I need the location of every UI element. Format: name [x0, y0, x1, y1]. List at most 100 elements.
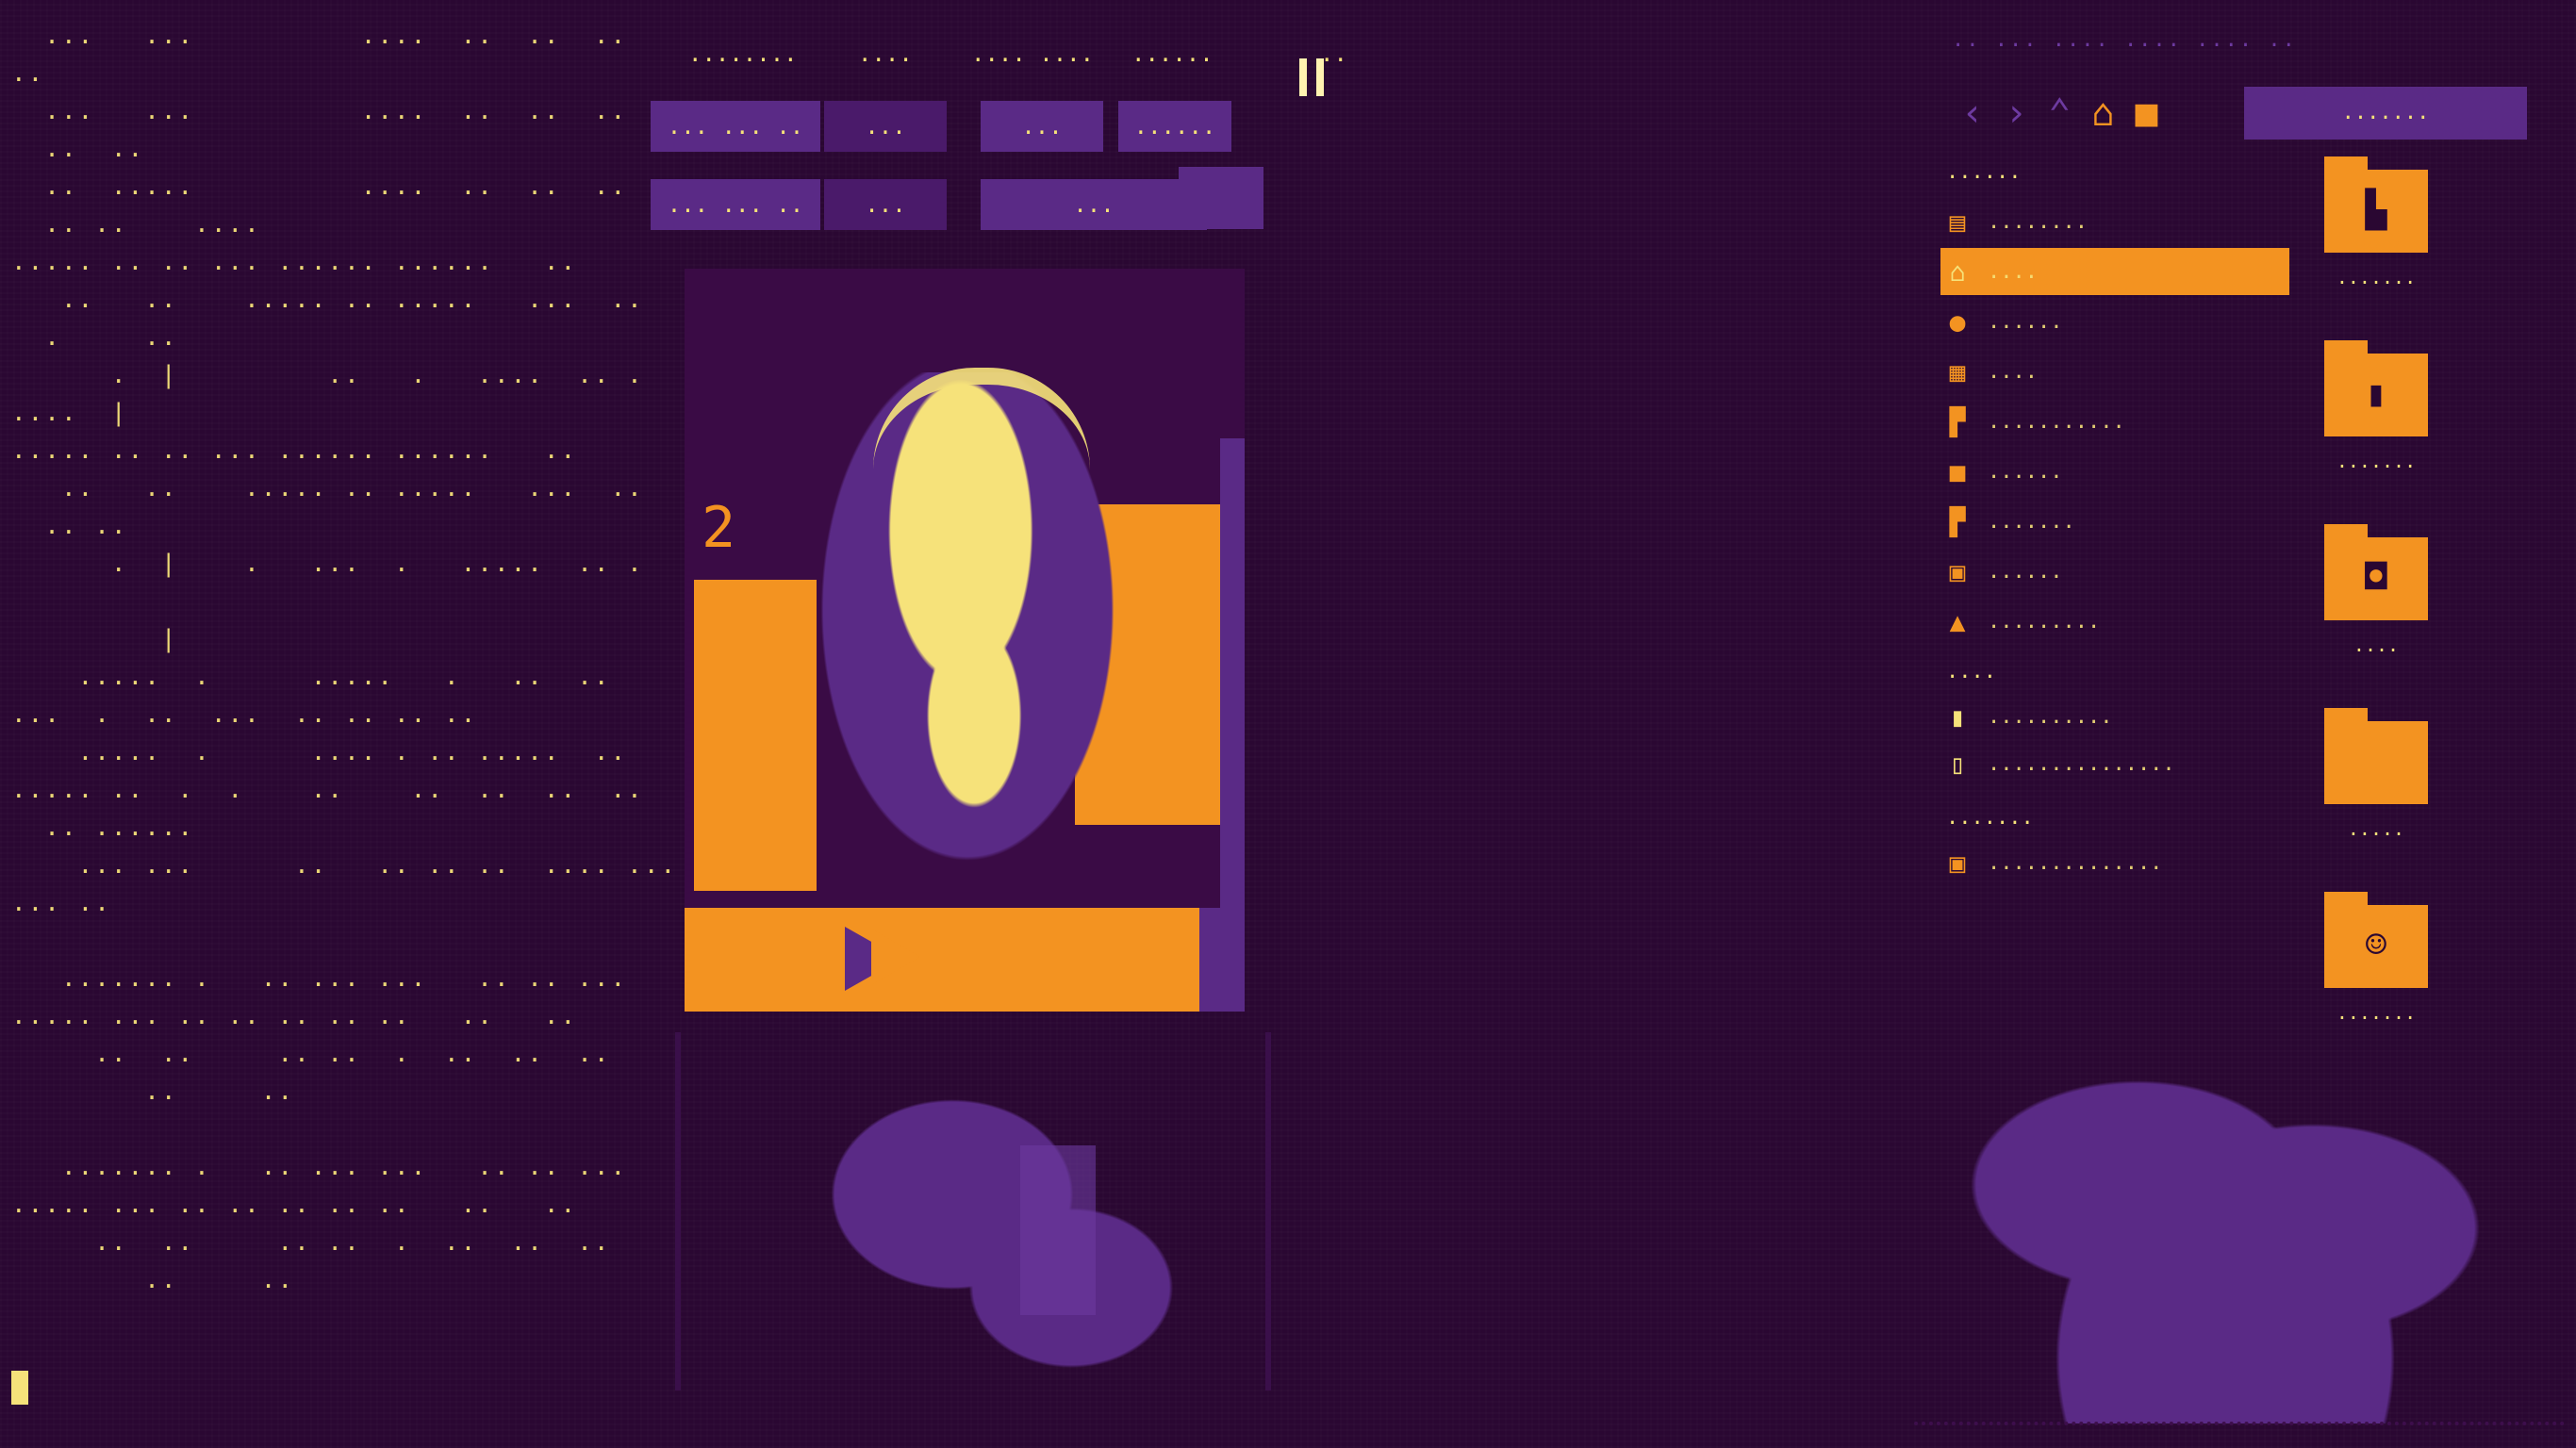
sidebar-item-label: ...... — [1988, 309, 2063, 334]
folder-name: .... — [2353, 634, 2400, 656]
sidebar-item[interactable]: ▛ ....... — [1940, 498, 2289, 545]
lower-art — [1020, 1145, 1096, 1315]
player-tab-extra[interactable] — [1179, 167, 1263, 229]
topbar-item[interactable]: .... — [858, 30, 913, 77]
topbar-item[interactable]: ...... — [1131, 30, 1214, 77]
music-icon: ■ — [1949, 455, 1966, 487]
sidebar-item[interactable]: ▲ ......... — [1940, 598, 2289, 645]
sidebar-item[interactable]: ● ...... — [1940, 298, 2289, 345]
folder-plain-icon — [2324, 708, 2428, 804]
sidebar-item-home[interactable]: ⌂ .... — [1940, 248, 2289, 295]
downloads-icon: ▲ — [1949, 605, 1966, 637]
folder-tile[interactable]: ▙ ....... — [2282, 156, 2470, 330]
media-topbar: ........ .... .... .... ...... .. — [660, 30, 1358, 77]
player-tab[interactable]: ... — [981, 179, 1207, 230]
terminal-line: .. .. ..... .. ..... ... .. — [11, 286, 644, 314]
terminal-line: .. — [11, 59, 45, 88]
terminal-line: .. ..... .... .. .. .. — [11, 173, 628, 201]
terminal-line: . .. — [11, 323, 178, 352]
sidebar-item-label: ...... — [1988, 459, 2063, 484]
up-icon[interactable]: ⌃ — [2048, 85, 2071, 141]
pin-icon[interactable]: ■ — [2135, 85, 2157, 141]
album-art: 2 — [685, 269, 1245, 919]
sidebar-item[interactable]: ▤ ........ — [1940, 198, 2289, 245]
folder-tile[interactable]: ◘ .... — [2282, 524, 2470, 698]
background-silhouette — [1933, 990, 2518, 1423]
folder-documents-icon: ▙ — [2324, 156, 2428, 253]
file-manager-title: .. ... .... .... .... .. — [1952, 28, 2297, 52]
terminal-line: .. .. — [11, 512, 128, 540]
terminal-line: .. .. .. .. . .. .. .. — [11, 1228, 611, 1257]
player-tab[interactable]: ... ... .. — [651, 179, 820, 230]
terminal-line: ... . .. ... .. .. .. .. — [11, 700, 478, 729]
terminal-line: ..... ... .. .. .. .. .. .. .. — [11, 1191, 578, 1219]
sidebar-item-label: ......... — [1988, 609, 2101, 634]
terminal-line: ... ... .. .. .. .. .... ... — [11, 851, 678, 880]
home-icon[interactable]: ⌂ — [2091, 85, 2114, 141]
terminal-line: ....... . .. ... ... .. .. ... — [11, 964, 628, 993]
terminal-window[interactable]: ... ... .... .. .. .... ... ... .... .. … — [11, 17, 678, 1431]
sidebar-item-label: ...... — [1988, 559, 2063, 584]
sidebar-item-label: .... — [1988, 259, 2038, 284]
art-glyph: 2 — [702, 495, 736, 561]
player-controls — [685, 908, 1245, 1012]
topbar-item[interactable]: .... .... — [971, 30, 1094, 77]
play-icon-highlight — [871, 929, 920, 985]
terminal-line: .. .. — [11, 1078, 295, 1106]
terminal-line: .. .. .. .. . .. .. .. — [11, 1040, 611, 1068]
sidebar-item[interactable]: ▣ ...... — [1940, 548, 2289, 595]
terminal-line: . | . ... . ..... .. . — [11, 550, 644, 578]
folder-name: ....... — [2336, 450, 2417, 472]
terminal-line: .. ...... — [11, 814, 195, 842]
terminal-line: ... ... .... .. .. .. — [11, 22, 628, 50]
drive-icon: ▯ — [1949, 748, 1966, 780]
sidebar-item[interactable]: ▛ ........... — [1940, 398, 2289, 445]
bookmark-icon: ▤ — [1949, 206, 1966, 238]
network-icon: ▣ — [1949, 847, 1966, 879]
terminal-line: ... .. — [11, 889, 111, 917]
folder-tile[interactable]: ▮ ....... — [2282, 340, 2470, 514]
sidebar-item[interactable]: ■ ...... — [1940, 448, 2289, 495]
terminal-cursor — [11, 1371, 28, 1405]
terminal-output: ... ... .... .. .. .... ... ... .... .. … — [11, 17, 678, 1374]
sidebar-item[interactable]: ▮ .......... — [1940, 693, 2289, 740]
player-tab[interactable]: ... — [981, 101, 1103, 152]
player-tab[interactable]: ...... — [1118, 101, 1231, 152]
terminal-line: . | .. . .... .. . — [11, 361, 644, 389]
sidebar-item-label: .... — [1988, 359, 2038, 384]
player-tab[interactable]: ... ... .. — [651, 101, 820, 152]
sidebar-item[interactable]: ▦ .... — [1940, 348, 2289, 395]
pause-icon[interactable] — [1299, 58, 1324, 96]
sidebar-item[interactable]: ▯ ............... — [1940, 740, 2289, 787]
sidebar-item[interactable]: ▣ .............. — [1940, 839, 2289, 886]
terminal-line: ... ... .... .. .. .. — [11, 97, 628, 125]
documents-icon: ▛ — [1949, 405, 1966, 437]
sidebar-section-places: ...... — [1946, 160, 2022, 184]
lower-art — [794, 1070, 1190, 1381]
back-icon[interactable]: ‹ — [1961, 85, 1984, 141]
folder-name: ....... — [2336, 266, 2417, 288]
player-tab[interactable]: ... — [824, 179, 947, 230]
folder-name: ..... — [2347, 817, 2405, 840]
path-bar[interactable]: ....... — [2244, 87, 2527, 140]
sidebar-item-label: ........... — [1988, 409, 2125, 434]
forward-icon[interactable]: › — [2005, 85, 2027, 141]
desktop-icon: ● — [1949, 305, 1966, 337]
topbar-item[interactable]: ........ — [688, 30, 798, 77]
folder-grid: ▙ ....... ▮ ....... ◘ .... ..... ☺ — [2282, 156, 2565, 1024]
terminal-line: .. .. .... — [11, 210, 261, 239]
sidebar-item-label: ....... — [1988, 509, 2075, 534]
sidebar-item-label: ........ — [1988, 209, 2088, 234]
trash-icon: ▦ — [1949, 355, 1966, 387]
terminal-line: ....... . .. ... ... .. .. ... — [11, 1153, 628, 1181]
terminal-line: .. .. ..... .. ..... ... .. — [11, 474, 644, 502]
sidebar-item-label: ............... — [1988, 751, 2175, 776]
folder-tile[interactable]: ..... — [2282, 708, 2470, 881]
drive-icon: ▮ — [1949, 700, 1966, 732]
player-tab[interactable]: ... — [824, 101, 947, 152]
